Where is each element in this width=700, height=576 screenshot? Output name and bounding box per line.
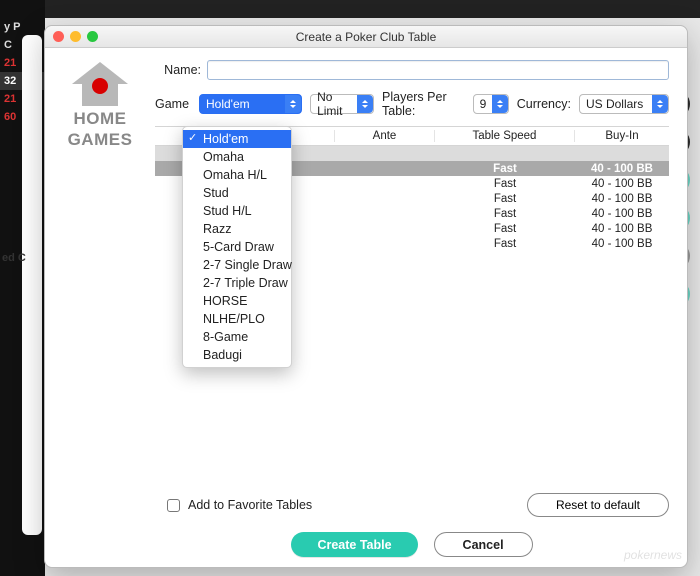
logo-text-2: GAMES bbox=[54, 131, 146, 148]
dropdown-item[interactable]: 2-7 Triple Draw bbox=[183, 274, 291, 292]
cell-buyin: 40 - 100 BB bbox=[575, 178, 669, 190]
background-text: ed C bbox=[2, 252, 26, 264]
dropdown-item[interactable]: Hold'em bbox=[183, 130, 291, 148]
dropdown-item[interactable]: 5-Card Draw bbox=[183, 238, 291, 256]
watermark: pokernews bbox=[624, 548, 682, 562]
chevron-updown-icon bbox=[285, 95, 301, 113]
game-dropdown-menu[interactable]: Hold'emOmahaOmaha H/LStudStud H/LRazz5-C… bbox=[182, 126, 292, 368]
chevron-updown-icon bbox=[652, 95, 668, 113]
col-buy-in[interactable]: Buy-In bbox=[575, 130, 669, 142]
dropdown-item[interactable]: Omaha bbox=[183, 148, 291, 166]
background-panel bbox=[22, 35, 42, 535]
dropdown-item[interactable]: 8-Game bbox=[183, 328, 291, 346]
game-select[interactable]: Hold'em bbox=[199, 94, 302, 114]
name-input[interactable] bbox=[207, 60, 669, 80]
background-row: y P bbox=[0, 18, 45, 36]
dropdown-item[interactable]: Stud H/L bbox=[183, 202, 291, 220]
cell-buyin: 40 - 100 BB bbox=[575, 163, 669, 175]
cell-buyin: 40 - 100 BB bbox=[575, 223, 669, 235]
cell-speed: Fast bbox=[435, 208, 575, 220]
add-favorite-checkbox[interactable]: Add to Favorite Tables bbox=[167, 498, 312, 512]
dropdown-item[interactable]: Stud bbox=[183, 184, 291, 202]
chevron-updown-icon bbox=[357, 95, 373, 113]
cell-buyin: 40 - 100 BB bbox=[575, 238, 669, 250]
players-per-table-select[interactable]: 9 bbox=[473, 94, 509, 114]
cell-speed: Fast bbox=[435, 193, 575, 205]
cell-speed: Fast bbox=[435, 223, 575, 235]
limit-select[interactable]: No Limit bbox=[310, 94, 374, 114]
create-table-button[interactable]: Create Table bbox=[291, 532, 417, 557]
dropdown-item[interactable]: Badugi bbox=[183, 346, 291, 364]
titlebar: Create a Poker Club Table bbox=[45, 26, 687, 48]
col-ante[interactable]: Ante bbox=[335, 130, 435, 142]
chevron-updown-icon bbox=[492, 95, 508, 113]
cell-speed: Fast bbox=[435, 178, 575, 190]
home-games-logo-icon bbox=[72, 62, 128, 106]
players-per-table-label: Players Per Table: bbox=[382, 90, 465, 118]
cell-speed: Fast bbox=[435, 163, 575, 175]
dropdown-item[interactable]: NLHE/PLO bbox=[183, 310, 291, 328]
dropdown-item[interactable]: Razz bbox=[183, 220, 291, 238]
game-label: Game bbox=[155, 97, 191, 111]
dropdown-item[interactable]: 2-7 Single Draw bbox=[183, 256, 291, 274]
cell-speed: Fast bbox=[435, 238, 575, 250]
logo-sidebar: HOME GAMES bbox=[45, 48, 155, 567]
cell-buyin: 40 - 100 BB bbox=[575, 208, 669, 220]
reset-button[interactable]: Reset to default bbox=[527, 493, 669, 517]
dropdown-item[interactable]: Omaha H/L bbox=[183, 166, 291, 184]
checkbox-icon bbox=[167, 499, 180, 512]
dropdown-item[interactable]: HORSE bbox=[183, 292, 291, 310]
add-favorite-label: Add to Favorite Tables bbox=[188, 498, 312, 512]
dialog-window: Create a Poker Club Table HOME GAMES Nam… bbox=[44, 25, 688, 568]
cell-buyin: 40 - 100 BB bbox=[575, 193, 669, 205]
logo-text-1: HOME bbox=[54, 110, 146, 127]
cancel-button[interactable]: Cancel bbox=[434, 532, 533, 557]
currency-label: Currency: bbox=[517, 97, 571, 111]
currency-select[interactable]: US Dollars bbox=[579, 94, 669, 114]
col-table-speed[interactable]: Table Speed bbox=[435, 130, 575, 142]
window-title: Create a Poker Club Table bbox=[45, 30, 687, 44]
name-label: Name: bbox=[155, 63, 201, 77]
